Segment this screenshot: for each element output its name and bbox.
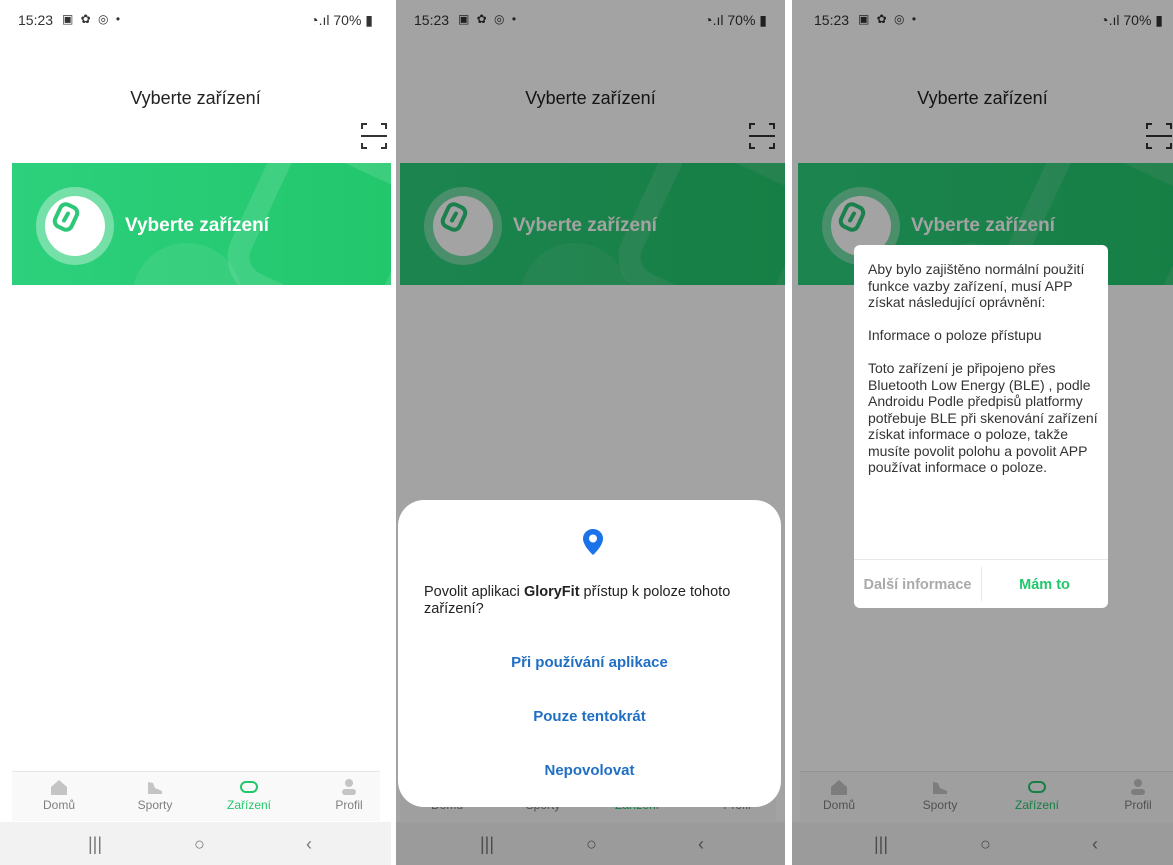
recent-apps-button[interactable]: |||	[88, 834, 102, 855]
screen-permission-info: 15:23 ▣ ✿ ◎ • ◔.ıl 70% ▮ Vyberte zařízen…	[792, 0, 1173, 865]
divider	[854, 559, 1108, 560]
tab-device[interactable]: Zařízení	[214, 778, 284, 812]
back-button[interactable]: ‹	[306, 834, 312, 855]
page-title: Vyberte zařízení	[130, 88, 261, 108]
shoe-icon	[148, 782, 162, 794]
person-icon	[342, 779, 356, 795]
deny-button[interactable]: Nepovolovat	[398, 762, 781, 779]
home-button[interactable]: ○	[194, 834, 205, 855]
tab-home[interactable]: Domů	[24, 778, 94, 812]
tab-profile[interactable]: Profil	[314, 778, 384, 812]
tab-sports[interactable]: Sporty	[120, 778, 190, 812]
got-it-button[interactable]: Mám to	[981, 577, 1108, 593]
permission-prompt: Povolit aplikaci GloryFit přístup k polo…	[424, 584, 731, 617]
home-icon	[51, 780, 67, 795]
select-device-banner[interactable]: Vyberte zařízení	[12, 163, 391, 285]
band-icon	[240, 781, 258, 793]
location-pin-icon	[583, 529, 603, 555]
allow-while-using-button[interactable]: Při používání aplikace	[398, 654, 781, 671]
status-battery: ◔.ıl 70% ▮	[310, 12, 373, 28]
status-bar: 15:23 ▣ ✿ ◎ • ◔.ıl 70% ▮	[0, 0, 391, 36]
scan-qr-icon[interactable]	[360, 122, 388, 150]
band-icon	[36, 187, 114, 265]
system-nav-bar: ||| ○ ‹	[0, 822, 391, 865]
bottom-tab-bar: Domů Sporty Zařízení Profil	[12, 771, 380, 821]
battery-level: 70%	[333, 12, 362, 28]
status-time: 15:23	[18, 12, 54, 28]
screen-permission-prompt: 15:23 ▣ ✿ ◎ • ◔.ıl 70% ▮ Vyberte zařízen…	[396, 0, 785, 865]
signal-icon: ◔.ıl	[310, 12, 334, 28]
banner-label: Vyberte zařízení	[125, 215, 269, 236]
dialog-message: Aby bylo zajištěno normální použití funk…	[868, 261, 1098, 475]
permission-info-dialog: Aby bylo zajištěno normální použití funk…	[854, 245, 1108, 608]
notification-icons: ▣ ✿ ◎ •	[62, 12, 123, 26]
allow-once-button[interactable]: Pouze tentokrát	[398, 708, 781, 725]
app-name: GloryFit	[523, 584, 580, 600]
location-permission-sheet: Povolit aplikaci GloryFit přístup k polo…	[398, 500, 781, 807]
more-info-button[interactable]: Další informace	[854, 577, 981, 593]
screen-device-select: 15:23 ▣ ✿ ◎ • ◔.ıl 70% ▮ Vyberte zařízen…	[0, 0, 391, 865]
